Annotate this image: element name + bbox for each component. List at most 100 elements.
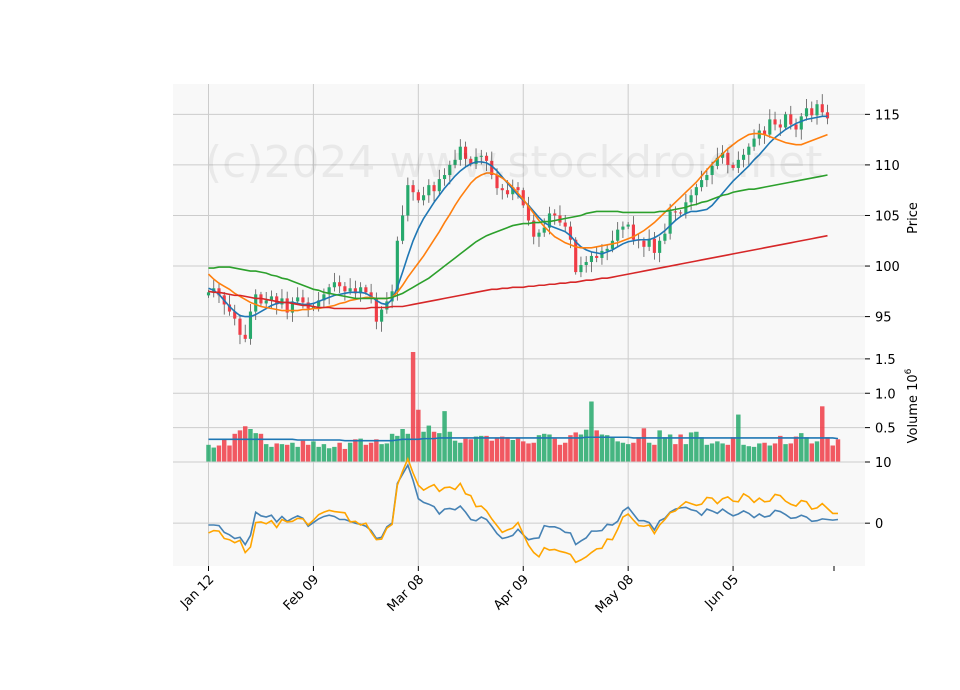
x-tick-label: Feb 09	[281, 572, 323, 614]
candle-up	[621, 226, 625, 230]
volume-bar-down	[652, 444, 657, 462]
candle-down	[505, 190, 510, 195]
volume-bar-down	[337, 442, 342, 462]
volume-bar-down	[494, 437, 500, 462]
volume-bar-up	[358, 438, 363, 462]
volume-bar-up	[458, 442, 463, 462]
volume-bar-up	[715, 441, 720, 462]
volume-bar-up	[421, 431, 426, 462]
volume-bar-up	[709, 443, 715, 462]
volume-bar-up	[295, 446, 300, 462]
volume-bar-down	[641, 428, 647, 462]
volume-bar-up	[426, 425, 432, 462]
volume-bar-up	[704, 444, 710, 462]
volume-bar-up	[625, 444, 631, 462]
candle-up	[579, 265, 583, 273]
volume-bar-down	[772, 443, 778, 462]
price-ytick-label: 100	[875, 260, 900, 275]
volume-bar-up	[311, 441, 316, 462]
candle-up	[668, 211, 672, 234]
candle-down	[794, 124, 798, 130]
volume-bar-up	[804, 437, 809, 462]
volume-bar-down	[368, 442, 374, 462]
candle-down	[820, 104, 824, 113]
candle-down	[642, 240, 646, 247]
volume-bar-down	[793, 436, 799, 462]
volume-bar-up	[688, 432, 694, 462]
candle-up	[264, 300, 268, 304]
candle-up	[296, 297, 300, 302]
volume-bar-down	[258, 433, 264, 462]
candle-down	[500, 188, 504, 191]
oscillator-ytick-label: 10	[875, 456, 892, 471]
volume-bar-down	[216, 445, 222, 462]
volume-bar-down	[835, 439, 841, 462]
volume-bar-up	[604, 435, 610, 462]
volume-bar-down	[809, 443, 814, 462]
candle-up	[406, 185, 410, 216]
volume-ytick-label: 0.5	[875, 422, 896, 437]
candle-up	[254, 294, 258, 312]
volume-bar-up	[746, 446, 752, 462]
candle-up	[626, 224, 630, 227]
volume-bar-down	[374, 439, 379, 462]
candle-up	[537, 232, 541, 237]
volume-bar-up	[321, 444, 327, 462]
volume-bar-up	[206, 444, 211, 462]
volume-bar-down	[778, 435, 783, 462]
volume-bar-up	[699, 437, 704, 462]
volume-bar-down	[557, 444, 563, 462]
candle-up	[422, 195, 426, 201]
candle-up	[689, 195, 693, 203]
price-ytick-label: 110	[875, 159, 900, 174]
candle-down	[243, 334, 247, 339]
volume-bar-up	[757, 443, 762, 462]
volume-bar-down	[762, 442, 767, 462]
volume-bar-up	[720, 443, 725, 462]
x-tick-label: May 08	[593, 572, 637, 616]
candle-down	[563, 222, 567, 227]
volume-bar-up	[683, 444, 689, 462]
volume-ytick-label: 1.0	[875, 387, 896, 402]
volume-bar-down	[300, 440, 306, 462]
volume-bar-up	[447, 431, 453, 462]
volume-bar-down	[353, 439, 358, 462]
volume-bar-down	[489, 440, 495, 462]
oscillator-panel: 0 10	[173, 456, 892, 566]
volume-bar-down	[484, 435, 489, 462]
volume-bar-down	[431, 431, 437, 462]
volume-bar-up	[473, 436, 479, 462]
candle-down	[301, 297, 305, 303]
volume-panel: 0.5 1.0 1.5	[173, 352, 896, 462]
candle-down	[364, 287, 368, 293]
volume-bar-down	[788, 443, 794, 462]
volume-bar-down	[725, 444, 731, 462]
volume-bar-up	[279, 444, 285, 462]
candle-up	[332, 282, 336, 288]
volume-bar-down	[521, 441, 526, 462]
volume-bar-up	[211, 447, 216, 462]
candle-up	[589, 255, 594, 262]
volume-bar-up	[657, 430, 662, 462]
volume-bar-down	[825, 437, 830, 462]
candle-down	[679, 212, 683, 214]
watermark: (c)2024 www.stockdroid.net	[205, 137, 822, 188]
volume-bar-up	[662, 437, 668, 462]
stock-chart: 95 100 105 110 115 0.5 1.0 1.5 0 10 (c)2024 www…	[173, 84, 921, 616]
volume-bar-down	[232, 433, 237, 462]
volume-bar-down	[227, 445, 232, 462]
volume-bar-up	[599, 434, 605, 462]
x-tick-label: Mar 08	[385, 572, 428, 615]
volume-bar-up	[347, 442, 353, 462]
volume-bar-up	[646, 442, 652, 462]
volume-bar-up	[694, 431, 699, 462]
candle-up	[584, 261, 588, 266]
volume-axis-title: Volume 106	[904, 368, 921, 443]
volume-bar-down	[515, 437, 521, 462]
volume-bar-up	[583, 429, 589, 462]
candle-down	[652, 238, 656, 253]
volume-bar-down	[242, 426, 248, 462]
candle-up	[663, 233, 667, 241]
volume-bar-down	[730, 437, 736, 462]
candle-up	[348, 288, 352, 292]
